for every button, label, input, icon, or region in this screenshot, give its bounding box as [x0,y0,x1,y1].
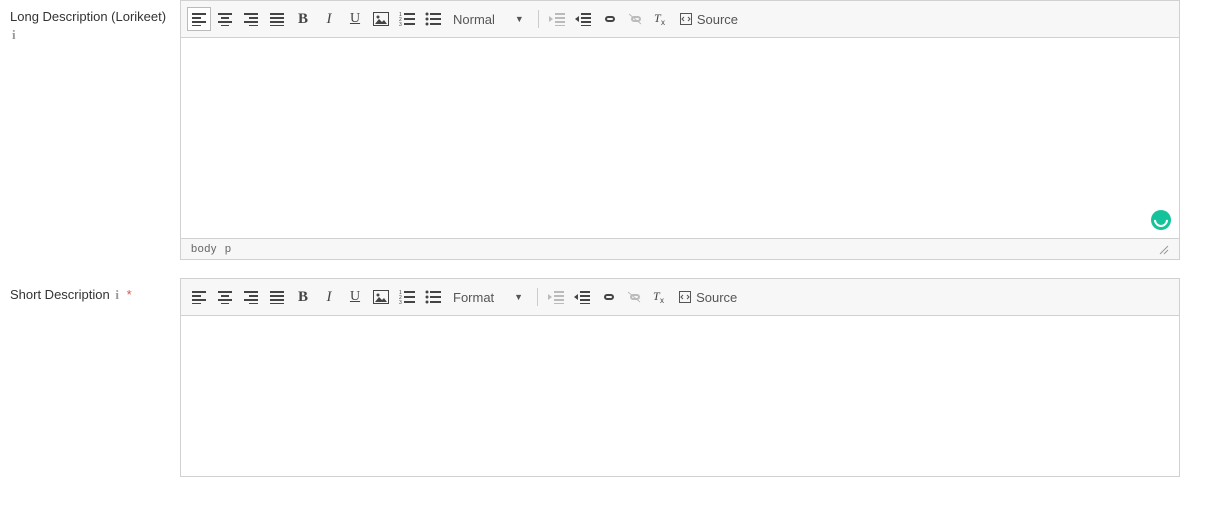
toolbar: B I U 123 Format ▼ [181,279,1179,316]
outdent-button[interactable] [545,7,569,31]
toolbar: B I U 123 Normal ▼ [181,1,1179,38]
align-justify-button[interactable] [265,285,289,309]
align-right-button[interactable] [239,7,263,31]
element-path[interactable]: bodyp [191,243,239,255]
remove-format-button[interactable]: Tx [648,285,672,309]
format-select[interactable]: Format ▼ [453,290,523,305]
align-right-button[interactable] [239,285,263,309]
align-left-button[interactable] [187,285,211,309]
underline-button[interactable]: U [343,7,367,31]
svg-text:x: x [660,296,664,305]
link-button[interactable] [597,7,621,31]
align-center-button[interactable] [213,285,237,309]
unlink-button[interactable] [623,7,647,31]
chevron-down-icon: ▼ [515,14,524,24]
grammarly-icon[interactable] [1151,210,1171,230]
remove-format-button[interactable]: Tx [649,7,673,31]
info-icon[interactable]: i [12,26,16,44]
source-button[interactable]: Source [674,285,741,309]
source-icon [679,12,693,26]
numbered-list-button[interactable]: 123 [395,285,419,309]
align-center-button[interactable] [213,7,237,31]
svg-text:3: 3 [399,300,402,304]
info-icon[interactable]: i [115,286,119,304]
editor-content[interactable] [181,38,1179,238]
svg-text:3: 3 [399,22,402,26]
editor-content[interactable] [181,316,1179,476]
chevron-down-icon: ▼ [514,292,523,302]
long-description-label: Long Description (Lorikeet) i [10,0,180,260]
align-left-button[interactable] [187,7,211,31]
outdent-button[interactable] [544,285,568,309]
numbered-list-button[interactable]: 123 [395,7,419,31]
svg-text:x: x [661,18,665,27]
status-bar: bodyp [181,238,1179,259]
underline-button[interactable]: U [343,285,367,309]
resize-handle[interactable] [1157,243,1169,255]
short-description-label: Short Description i * [10,278,180,477]
source-icon [678,290,692,304]
unlink-button[interactable] [622,285,646,309]
source-button[interactable]: Source [675,7,742,31]
link-button[interactable] [596,285,620,309]
format-select[interactable]: Normal ▼ [453,12,524,27]
italic-button[interactable]: I [317,285,341,309]
align-justify-button[interactable] [265,7,289,31]
required-asterisk: * [127,287,132,302]
bold-button[interactable]: B [291,7,315,31]
bullet-list-button[interactable] [421,7,445,31]
indent-button[interactable] [570,285,594,309]
indent-button[interactable] [571,7,595,31]
italic-button[interactable]: I [317,7,341,31]
long-description-editor: B I U 123 Normal ▼ [180,0,1180,260]
short-description-editor: B I U 123 Format ▼ [180,278,1180,477]
image-button[interactable] [369,7,393,31]
separator [538,10,539,28]
image-button[interactable] [369,285,393,309]
bullet-list-button[interactable] [421,285,445,309]
separator [537,288,538,306]
bold-button[interactable]: B [291,285,315,309]
